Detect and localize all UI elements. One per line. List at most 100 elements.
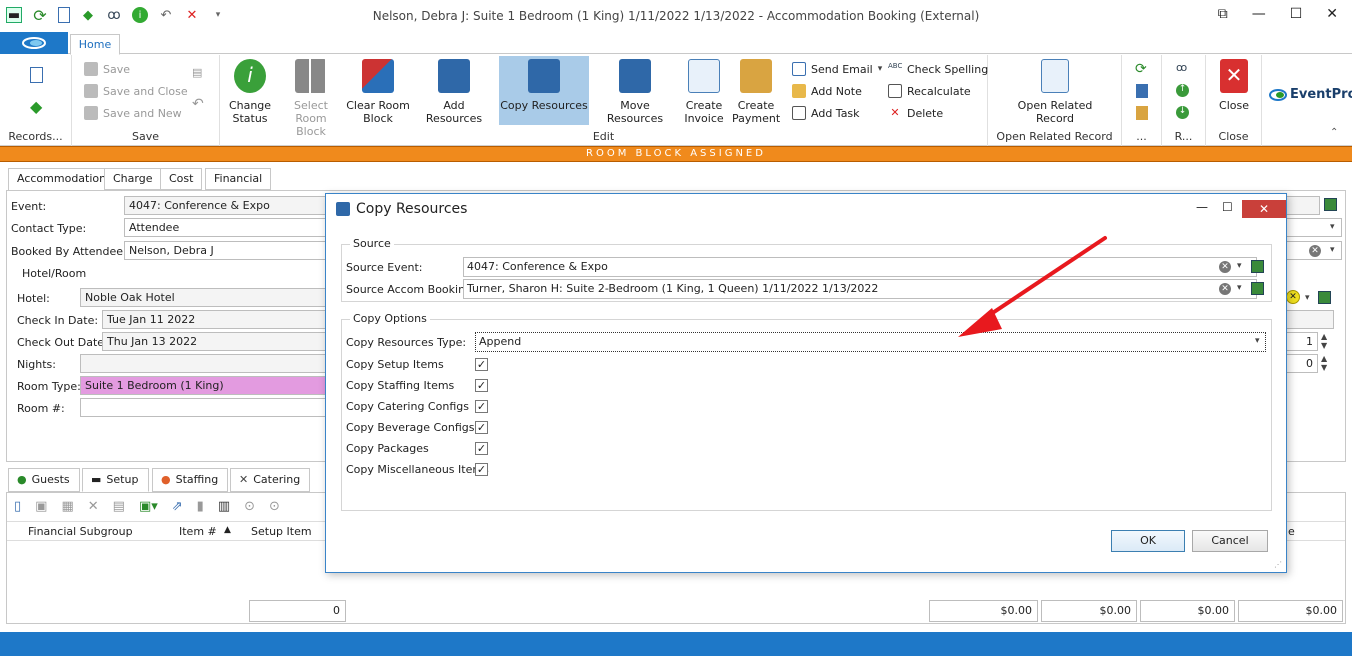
grid-table-icon[interactable]: ▦: [61, 499, 73, 514]
clear-source-booking-icon[interactable]: ✕: [1219, 283, 1231, 295]
copy-option-checkbox[interactable]: ✓: [475, 400, 488, 413]
dialog-minimize-icon[interactable]: —: [1196, 200, 1208, 214]
select-room-block-button[interactable]: Select Room Block: [280, 59, 342, 138]
column-financial-subgroup[interactable]: Financial Subgroup: [28, 525, 133, 538]
copy-option-checkbox[interactable]: ✓: [475, 379, 488, 392]
refresh-small-icon[interactable]: ⟳: [1135, 61, 1147, 77]
booked-by-dropdown-icon[interactable]: ▾: [1330, 245, 1335, 255]
add-resources-button[interactable]: Add Resources: [416, 59, 492, 125]
grid-up-icon[interactable]: ⊙: [244, 499, 255, 514]
add-task-button[interactable]: Add Task: [792, 106, 860, 120]
clear-booked-by-icon[interactable]: ✕: [1309, 245, 1321, 257]
tab-catering[interactable]: ✕ Catering: [230, 468, 310, 492]
contact-type-field[interactable]: Attendee: [124, 218, 334, 237]
up-arrow-icon[interactable]: ↑: [1176, 84, 1189, 97]
source-event-dropdown-icon[interactable]: ▾: [1237, 261, 1242, 271]
clipboard-icon[interactable]: [1136, 106, 1148, 120]
collapse-ribbon-icon[interactable]: ⌃: [1330, 127, 1338, 138]
spin-2-arrows-icon[interactable]: ▲ ▼: [1321, 354, 1327, 372]
open-related-record-button[interactable]: Open Related Record: [1008, 59, 1102, 125]
new-record-icon[interactable]: [30, 67, 43, 83]
event-field[interactable]: 4047: Conference & Expo: [124, 196, 334, 215]
find-icon[interactable]: ꝏ: [1176, 61, 1187, 74]
contact-type-dropdown-icon[interactable]: ▾: [1330, 222, 1335, 232]
grid-delete-icon[interactable]: ✕: [88, 499, 99, 514]
grid-down-icon[interactable]: ⊙: [269, 499, 280, 514]
close-icon[interactable]: ✕: [1326, 6, 1338, 22]
undo-small-icon[interactable]: ↶: [192, 96, 204, 112]
delete-button[interactable]: ✕ Delete: [888, 106, 943, 120]
add-record-icon[interactable]: ◆: [30, 97, 42, 116]
close-button[interactable]: ✕ Close: [1214, 59, 1254, 112]
copy-type-dropdown-icon[interactable]: ▾: [1255, 336, 1260, 346]
clear-hotel-icon[interactable]: ✕: [1286, 290, 1300, 304]
send-email-button[interactable]: Send Email ▾: [792, 62, 882, 76]
booked-by-field[interactable]: Nelson, Debra J: [124, 241, 334, 260]
dialog-maximize-icon[interactable]: ☐: [1222, 200, 1233, 214]
dialog-close-icon[interactable]: ✕: [1242, 200, 1286, 218]
source-event-field[interactable]: 4047: Conference & Expo: [463, 257, 1257, 277]
room-number-field[interactable]: [80, 398, 334, 417]
spin-field-2[interactable]: 0: [1286, 354, 1318, 373]
move-resources-button[interactable]: Move Resources: [592, 59, 678, 125]
tab-financial[interactable]: Financial: [205, 168, 272, 190]
grid-new-icon[interactable]: ▯: [14, 499, 21, 514]
create-payment-button[interactable]: Create Payment: [732, 59, 780, 125]
resize-grip-icon[interactable]: ⋰: [1274, 560, 1282, 569]
down-arrow-icon[interactable]: ↓: [1176, 106, 1189, 119]
tab-cost[interactable]: Cost: [160, 168, 203, 190]
cancel-button[interactable]: Cancel: [1192, 530, 1268, 552]
grid-copy-icon[interactable]: ▣: [35, 499, 47, 514]
grid-add-icon[interactable]: ▣▾: [139, 499, 158, 514]
copy-option-checkbox[interactable]: ✓: [475, 421, 488, 434]
tab-guests[interactable]: ● Guests: [8, 468, 80, 492]
source-event-lookup-icon[interactable]: [1251, 260, 1264, 276]
nights-field[interactable]: [80, 354, 334, 373]
add-note-button[interactable]: Add Note: [792, 84, 862, 98]
ok-button[interactable]: OK: [1111, 530, 1185, 552]
recalculate-button[interactable]: Recalculate: [888, 84, 971, 98]
source-booking-lookup-icon[interactable]: [1251, 282, 1264, 298]
clear-source-event-icon[interactable]: ✕: [1219, 261, 1231, 273]
create-invoice-button[interactable]: Create Invoice: [682, 59, 726, 125]
source-booking-dropdown-icon[interactable]: ▾: [1237, 283, 1242, 293]
check-spelling-button[interactable]: ABC Check Spelling: [888, 62, 988, 76]
room-type-field[interactable]: Suite 1 Bedroom (1 King): [80, 376, 334, 395]
minimize-icon[interactable]: —: [1252, 6, 1266, 22]
change-status-button[interactable]: i Change Status: [224, 59, 276, 125]
grid-item-icon[interactable]: ▮: [197, 499, 204, 514]
spin-1-arrows-icon[interactable]: ▲ ▼: [1321, 332, 1327, 350]
checkout-field[interactable]: Thu Jan 13 2022: [102, 332, 334, 351]
tab-setup[interactable]: ▬ Setup: [82, 468, 149, 492]
save-button[interactable]: Save: [84, 62, 130, 76]
event-lookup-icon[interactable]: [1324, 198, 1337, 214]
clear-room-block-button[interactable]: Clear Room Block: [346, 59, 410, 125]
maximize-icon[interactable]: ☐: [1290, 6, 1303, 22]
copy-option-checkbox[interactable]: ✓: [475, 463, 488, 476]
tab-staffing[interactable]: ● Staffing: [152, 468, 228, 492]
hotel-field[interactable]: Noble Oak Hotel: [80, 288, 334, 307]
source-booking-field[interactable]: Turner, Sharon H: Suite 2-Bedroom (1 Kin…: [463, 279, 1257, 299]
app-button[interactable]: [0, 32, 68, 54]
spin-field-1[interactable]: 1: [1286, 332, 1318, 351]
document-icon[interactable]: [1136, 84, 1148, 98]
copy-type-select[interactable]: Append: [475, 332, 1266, 352]
grid-view-icon[interactable]: ▥: [218, 499, 230, 514]
grid-print-icon[interactable]: ▤: [113, 499, 125, 514]
tab-accommodation[interactable]: Accommodation: [8, 168, 116, 191]
checkin-field[interactable]: Tue Jan 11 2022: [102, 310, 334, 329]
restore-icon[interactable]: ⧉: [1218, 6, 1228, 22]
hotel-dropdown-icon[interactable]: ▾: [1305, 293, 1310, 303]
hotel-lookup-icon[interactable]: [1318, 291, 1331, 307]
save-and-close-button[interactable]: Save and Close: [84, 84, 188, 98]
copy-option-checkbox[interactable]: ✓: [475, 358, 488, 371]
grid-export-icon[interactable]: ⇗: [172, 499, 183, 514]
column-item-number[interactable]: Item #: [179, 525, 217, 538]
save-disk-icon[interactable]: ▤: [192, 66, 202, 79]
save-and-new-button[interactable]: Save and New: [84, 106, 182, 120]
tab-home[interactable]: Home: [70, 34, 120, 55]
copy-option-checkbox[interactable]: ✓: [475, 442, 488, 455]
copy-resources-button[interactable]: Copy Resources: [499, 56, 589, 125]
tab-charge[interactable]: Charge: [104, 168, 162, 190]
column-setup-item[interactable]: Setup Item: [251, 525, 312, 538]
